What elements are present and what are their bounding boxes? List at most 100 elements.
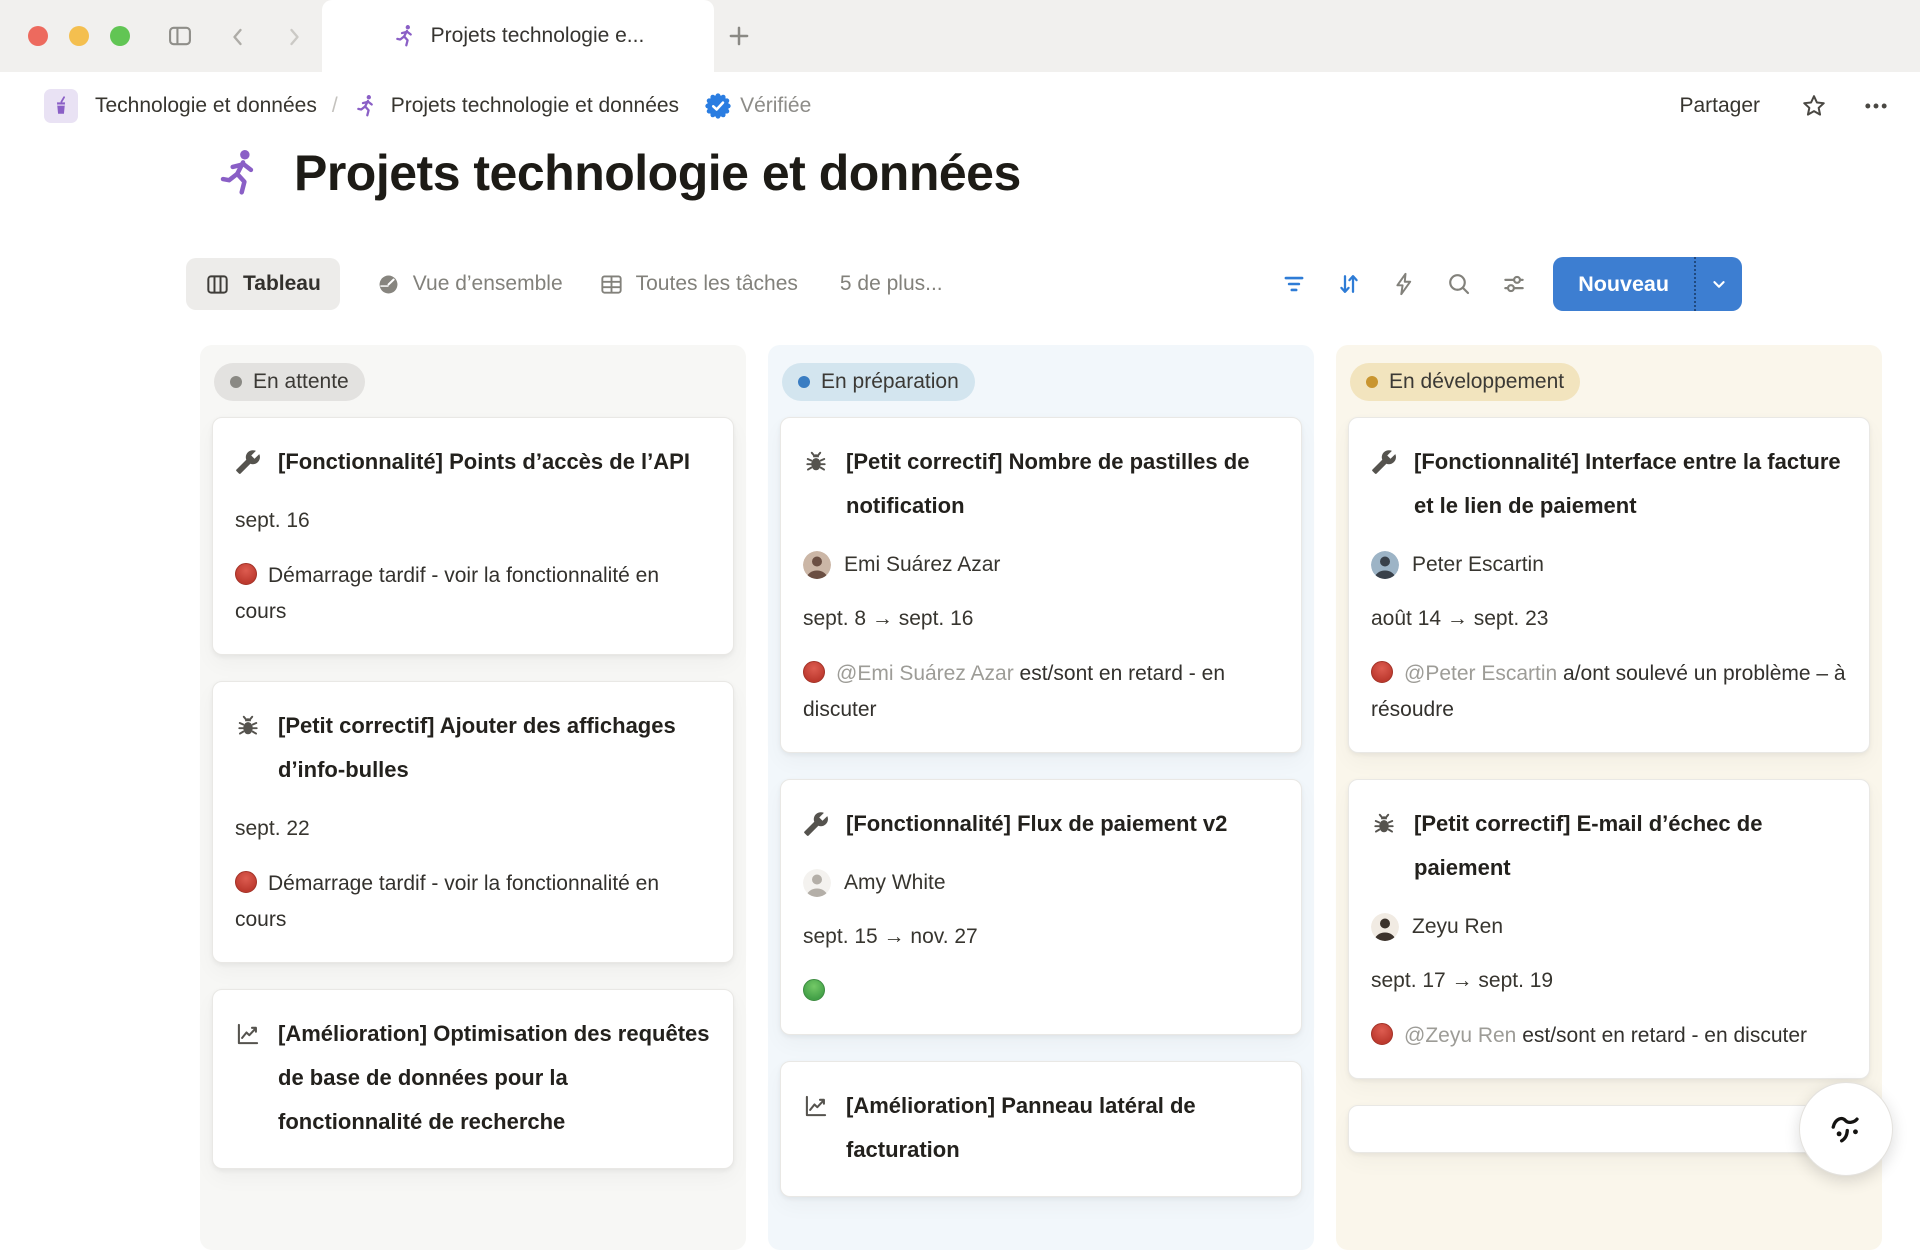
bug-icon [803, 449, 829, 475]
tab-tableau[interactable]: Tableau [186, 258, 340, 310]
close-window-button[interactable] [28, 26, 48, 46]
card-title: [Fonctionnalité] Interface entre la fact… [1414, 440, 1847, 528]
card-title: [Fonctionnalité] Points d’accès de l’API [278, 440, 690, 484]
task-card[interactable]: [Fonctionnalité] Flux de paiement v2 Amy … [780, 779, 1302, 1035]
wrench-icon [803, 811, 829, 837]
breadcrumb-root[interactable]: Technologie et données [95, 94, 317, 118]
share-button[interactable]: Partager [1679, 94, 1760, 118]
forward-icon[interactable] [282, 25, 306, 49]
notion-face-icon[interactable] [1799, 1082, 1893, 1176]
star-icon[interactable] [1800, 92, 1828, 120]
tab-title: Projets technologie e... [431, 24, 645, 48]
card-date: sept. 22 [235, 812, 711, 846]
task-card[interactable]: [Fonctionnalité] Points d’accès de l’API… [212, 417, 734, 655]
status-red-circle [235, 563, 257, 585]
page-title[interactable]: Projets technologie et données [294, 144, 1021, 202]
column-header-pill[interactable]: En préparation [782, 363, 975, 401]
verified-badge-icon [705, 93, 731, 119]
page-header: Projets technologie et données [212, 144, 1021, 202]
runner-icon [353, 93, 379, 119]
task-card[interactable]: [Amélioration] Optimisation des requêtes… [212, 989, 734, 1169]
card-title: [Petit correctif] E-mail d’échec de paie… [1414, 802, 1847, 890]
tab-vue-densemble[interactable]: Vue d’ensemble [376, 272, 563, 297]
card-date: août 14 → sept. 23 [1371, 602, 1847, 636]
status-mention[interactable]: @Peter Escartin [1404, 662, 1563, 685]
view-label: Toutes les tâches [636, 272, 798, 296]
maximize-window-button[interactable] [110, 26, 130, 46]
card-title: [Fonctionnalité] Flux de paiement v2 [846, 802, 1227, 846]
new-button[interactable]: Nouveau [1553, 257, 1742, 311]
task-card[interactable]: [Petit correctif] E-mail d’échec de paie… [1348, 779, 1870, 1079]
new-tab-icon[interactable] [726, 23, 752, 49]
assignee-name: Amy White [844, 866, 946, 900]
card-date: sept. 17 → sept. 19 [1371, 964, 1847, 998]
status-mention[interactable]: @Emi Suárez Azar [836, 662, 1020, 685]
search-icon[interactable] [1446, 271, 1472, 297]
column-header-pill[interactable]: En développement [1350, 363, 1580, 401]
breadcrumb: Technologie et données / Projets technol… [0, 72, 1920, 140]
status-group-dot [798, 376, 810, 388]
status-text: Démarrage tardif - voir la fonctionnalit… [235, 872, 659, 931]
column-header-label: En préparation [821, 370, 959, 394]
assignee-name: Peter Escartin [1412, 548, 1544, 582]
toggle-sidebar-icon[interactable] [166, 22, 194, 50]
task-card[interactable] [1348, 1105, 1870, 1153]
back-icon[interactable] [226, 25, 250, 49]
column-header-label: En développement [1389, 370, 1564, 394]
status-red-circle [1371, 1023, 1393, 1045]
column-header-pill[interactable]: En attente [214, 363, 365, 401]
breadcrumb-separator: / [332, 94, 338, 118]
bug-icon [235, 713, 261, 739]
more-views-button[interactable]: 5 de plus... [840, 272, 943, 296]
filter-icon[interactable] [1281, 271, 1307, 297]
settings-sliders-icon[interactable] [1501, 271, 1527, 297]
wrench-icon [235, 449, 261, 475]
kanban-board: En attente [Fonctionnalité] Points d’accè… [200, 345, 1882, 1250]
tab-toutes-les-taches[interactable]: Toutes les tâches [599, 272, 798, 297]
verified-badge[interactable]: Vérifiée [705, 93, 811, 119]
runner-icon [392, 23, 418, 49]
board-icon [205, 272, 230, 297]
runner-icon[interactable] [212, 146, 266, 200]
card-status: @Emi Suárez Azar est/sont en retard - en… [803, 656, 1279, 728]
avatar [803, 869, 831, 897]
card-status [803, 974, 1279, 1010]
lightning-icon[interactable] [1391, 271, 1417, 297]
card-status: @Peter Escartin a/ont soulevé un problèm… [1371, 656, 1847, 728]
assignee-name: Emi Suárez Azar [844, 548, 1000, 582]
window-controls [28, 26, 130, 46]
breadcrumb-page[interactable]: Projets technologie et données [391, 94, 679, 118]
card-title: [Petit correctif] Ajouter des affichages… [278, 704, 711, 792]
column-en-preparation: En préparation [Petit correctif] Nombre d… [768, 345, 1314, 1250]
task-card[interactable]: [Petit correctif] Ajouter des affichages… [212, 681, 734, 963]
status-text: Démarrage tardif - voir la fonctionnalit… [235, 564, 659, 623]
status-text: est/sont en retard - en discuter [1522, 1024, 1807, 1047]
chevron-down-icon[interactable] [1694, 257, 1742, 311]
juice-cup-icon[interactable] [44, 89, 78, 123]
card-title: [Petit correctif] Nombre de pastilles de… [846, 440, 1279, 528]
column-header-label: En attente [253, 370, 349, 394]
new-button-label: Nouveau [1553, 257, 1694, 311]
task-card[interactable]: [Fonctionnalité] Interface entre la fact… [1348, 417, 1870, 753]
view-toolbar: Tableau Vue d’ensemble Toutes les tâches… [186, 256, 1742, 312]
card-title: [Amélioration] Panneau latéral de factur… [846, 1084, 1279, 1172]
wrench-icon [1371, 449, 1397, 475]
card-status: Démarrage tardif - voir la fonctionnalit… [235, 866, 711, 938]
task-card[interactable]: [Petit correctif] Nombre de pastilles de… [780, 417, 1302, 753]
status-group-dot [1366, 376, 1378, 388]
chart-icon [235, 1021, 261, 1047]
minimize-window-button[interactable] [69, 26, 89, 46]
view-label: Tableau [243, 272, 321, 296]
status-mention[interactable]: @Zeyu Ren [1404, 1024, 1522, 1047]
browser-tab[interactable]: Projets technologie e... [322, 0, 714, 72]
assignee-name: Zeyu Ren [1412, 910, 1503, 944]
card-status: @Zeyu Ren est/sont en retard - en discut… [1371, 1018, 1847, 1054]
card-status: Démarrage tardif - voir la fonctionnalit… [235, 558, 711, 630]
avatar [1371, 913, 1399, 941]
task-card[interactable]: [Amélioration] Panneau latéral de factur… [780, 1061, 1302, 1197]
chart-icon [803, 1093, 829, 1119]
card-title: [Amélioration] Optimisation des requêtes… [278, 1012, 711, 1144]
more-options-icon[interactable] [1862, 92, 1890, 120]
status-red-circle [803, 661, 825, 683]
sort-icon[interactable] [1336, 271, 1362, 297]
